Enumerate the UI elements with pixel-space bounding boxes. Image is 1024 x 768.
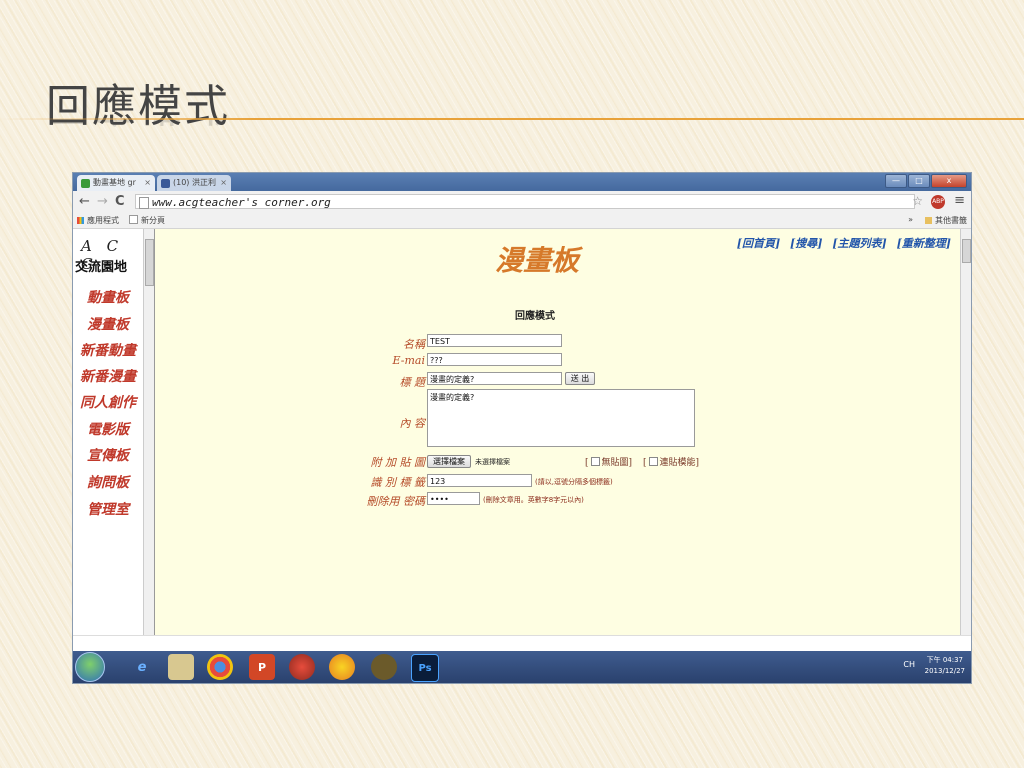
- clock[interactable]: 下午 04:37 2013/12/27: [925, 655, 965, 677]
- powerpoint-icon[interactable]: P: [249, 654, 275, 680]
- minimize-button[interactable]: —: [885, 174, 907, 188]
- start-button[interactable]: [75, 652, 105, 682]
- topic-list-link[interactable]: [主題列表]: [832, 237, 886, 250]
- email-label: E-mai: [392, 354, 425, 367]
- bookmark-apps[interactable]: 應用程式: [77, 215, 119, 226]
- facebook-icon: [161, 179, 170, 188]
- tags-label: 識 別 標 籤: [370, 476, 426, 489]
- explorer-icon[interactable]: [168, 654, 194, 680]
- nav-link-promo[interactable]: 宣傳板: [73, 445, 143, 465]
- password-field[interactable]: ••••: [427, 492, 480, 505]
- reply-mode-heading: 回應模式: [515, 311, 555, 322]
- tags-field[interactable]: 123: [427, 474, 532, 487]
- nav-link-new-manga[interactable]: 新番漫畫: [73, 366, 143, 386]
- slide-title-reflection: 回應模式: [46, 118, 230, 140]
- ie-icon[interactable]: e: [129, 654, 155, 680]
- name-label: 名稱: [403, 338, 425, 351]
- date: 2013/12/27: [924, 667, 965, 675]
- bookmark-new-tab[interactable]: 新分頁: [129, 215, 165, 226]
- bookmark-star-icon[interactable]: ☆: [912, 194, 923, 208]
- chrome-icon[interactable]: [207, 654, 233, 680]
- title-divider: [0, 118, 1024, 120]
- no-file-text: 未選擇檔案: [475, 458, 510, 466]
- address-toolbar: ← → C www.acgteacher's corner.org ☆ ABP …: [73, 191, 971, 214]
- scroll-thumb[interactable]: [145, 239, 154, 286]
- tab-facebook[interactable]: (10) 洪正利 ×: [157, 175, 231, 191]
- password-hint: (刪除文章用。英數字8字元以內): [483, 496, 584, 504]
- home-link[interactable]: [回首頁]: [737, 237, 780, 250]
- board-title: 漫畫板: [495, 244, 580, 277]
- reload-icon[interactable]: C: [115, 194, 125, 209]
- bookmarks-overflow-icon[interactable]: »: [908, 215, 913, 224]
- site-favicon-icon: [81, 179, 90, 188]
- adblock-extension-icon[interactable]: ABP: [931, 195, 945, 209]
- forward-icon[interactable]: →: [97, 194, 108, 209]
- address-bar[interactable]: www.acgteacher's corner.org: [135, 194, 915, 209]
- refresh-link[interactable]: [重新整理]: [897, 237, 951, 250]
- close-button[interactable]: x: [931, 174, 967, 188]
- maximize-button[interactable]: □: [908, 174, 930, 188]
- nav-link-new-anime[interactable]: 新番動畫: [73, 340, 143, 360]
- attach-image-label: 附 加 貼 圖: [370, 456, 426, 469]
- window-controls: — □ x: [885, 174, 967, 188]
- system-tray[interactable]: CH: [903, 660, 915, 669]
- taskbar: e P Ps CH 下午 04:37 2013/12/27: [73, 651, 971, 683]
- page-content: A C G 交流園地 動畫板 漫畫板 新番動畫 新番漫畫 同人創作 電影版 宣傳…: [73, 229, 971, 635]
- submit-button[interactable]: 送 出: [565, 372, 595, 385]
- choose-file-button[interactable]: 選擇檔案: [427, 455, 471, 468]
- left-nav-frame: A C G 交流園地 動畫板 漫畫板 新番動畫 新番漫畫 同人創作 電影版 宣傳…: [73, 229, 143, 635]
- back-icon[interactable]: ←: [79, 194, 90, 209]
- tags-hint: (請以,逗號分隔多個標籤): [535, 478, 613, 486]
- main-frame: [回首頁] [搜尋] [主題列表] [重新整理] 漫畫板 回應模式 名稱 TES…: [155, 229, 961, 629]
- nav-link-questions[interactable]: 詢問板: [73, 472, 143, 492]
- no-image-checkbox[interactable]: [590, 457, 600, 466]
- tab-close-icon[interactable]: ×: [220, 175, 227, 191]
- name-field[interactable]: TEST: [427, 334, 562, 347]
- no-image-option[interactable]: [無貼圖]: [585, 455, 632, 468]
- nav-link-manga[interactable]: 漫畫板: [73, 314, 143, 334]
- email-field[interactable]: ???: [427, 353, 562, 366]
- other-bookmarks[interactable]: 其他書籤: [925, 215, 967, 226]
- tab-bar: 動畫基地 gr × (10) 洪正利 × — □ x: [73, 173, 971, 191]
- scroll-thumb[interactable]: [962, 239, 971, 263]
- folder-icon: [925, 217, 932, 224]
- status-bar: [73, 635, 971, 652]
- subject-field[interactable]: 漫畫的定義?: [427, 372, 562, 385]
- page-icon: [129, 215, 138, 224]
- nav-link-doujin[interactable]: 同人創作: [73, 392, 143, 412]
- pidgin-icon[interactable]: [329, 654, 355, 680]
- link-option[interactable]: [連貼模能]: [643, 455, 699, 468]
- content-textarea[interactable]: 漫畫的定義?: [427, 389, 695, 447]
- link-checkbox[interactable]: [648, 457, 658, 466]
- main-scrollbar[interactable]: [960, 229, 971, 635]
- search-link[interactable]: [搜尋]: [790, 237, 822, 250]
- photoshop-icon[interactable]: Ps: [411, 654, 439, 682]
- subject-label: 標 題: [399, 376, 426, 389]
- password-label: 刪除用 密碼: [366, 495, 426, 508]
- site-name: 交流園地: [75, 260, 128, 275]
- content-label: 內 容: [399, 417, 426, 430]
- nav-link-anime[interactable]: 動畫板: [73, 287, 143, 307]
- beetle-app-icon[interactable]: [371, 654, 397, 680]
- bookmarks-bar: 應用程式 新分頁 » 其他書籤: [73, 213, 971, 229]
- nav-link-movie[interactable]: 電影版: [73, 419, 143, 439]
- browser-screenshot: 動畫基地 gr × (10) 洪正利 × — □ x ← → C www.acg…: [72, 172, 972, 684]
- tab-anime-base[interactable]: 動畫基地 gr ×: [77, 175, 155, 191]
- time: 下午 04:37: [926, 656, 964, 664]
- apps-grid-icon: [77, 217, 84, 224]
- left-scrollbar[interactable]: [143, 229, 155, 635]
- top-links: [回首頁] [搜尋] [主題列表] [重新整理]: [731, 235, 951, 251]
- game-icon[interactable]: [289, 654, 315, 680]
- menu-icon[interactable]: ≡: [954, 193, 965, 208]
- nav-link-admin[interactable]: 管理室: [73, 499, 143, 519]
- tab-close-icon[interactable]: ×: [144, 175, 151, 191]
- page-icon: [139, 197, 149, 209]
